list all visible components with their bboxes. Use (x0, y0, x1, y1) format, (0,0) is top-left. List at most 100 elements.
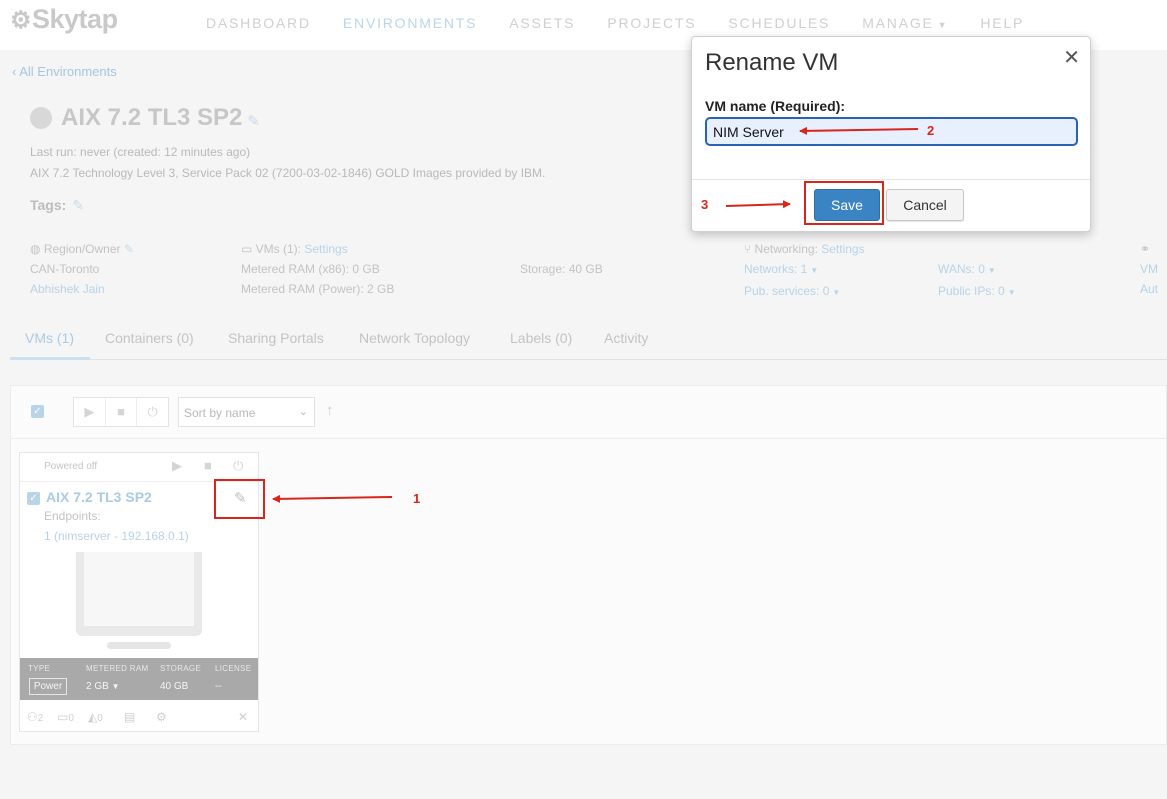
environment-description: AIX 7.2 Technology Level 3, Service Pack… (30, 166, 546, 180)
select-all-checkbox[interactable]: ✓ (31, 405, 44, 418)
play-icon[interactable]: ▶ (74, 398, 106, 426)
tags: Tags: ✎ (30, 197, 84, 214)
last-run-label: Last run: (30, 145, 77, 159)
networking-block: ⑂ Networking: Settings Networks: 1 ▼ Pub.… (744, 239, 865, 303)
vm-users-icon[interactable]: ⚇2 (27, 710, 43, 724)
vm-drive-icon[interactable]: ▤ (124, 710, 135, 724)
vm-notifications-count: 0 (97, 713, 103, 724)
rename-vm-dialog: Rename VM ✕ VM name (Required): Save Can… (691, 36, 1091, 232)
ram-power: Metered RAM (Power): 2 GB (241, 282, 395, 296)
vm-checkbox[interactable]: ✓ (27, 492, 40, 505)
cut-aut-link[interactable]: Aut (1140, 279, 1158, 299)
environment-tabs: VMs (1) Containers (0) Sharing Portals N… (10, 318, 1167, 360)
logo-text: Skytap (32, 4, 118, 34)
close-icon[interactable]: ✕ (1063, 45, 1080, 70)
vm-name[interactable]: AIX 7.2 TL3 SP2 (46, 489, 152, 505)
back-link[interactable]: ‹ All Environments (12, 64, 117, 79)
skytap-logo[interactable]: ⚙Skytap (10, 4, 118, 35)
nav-environments[interactable]: ENVIRONMENTS (343, 15, 477, 31)
public-ips-label: Public IPs: 0 (938, 284, 1005, 298)
cancel-button[interactable]: Cancel (886, 189, 964, 221)
nav-assets[interactable]: ASSETS (509, 15, 575, 31)
networks-dropdown[interactable]: Networks: 1 ▼ (744, 259, 865, 281)
automation-block-cut: ⚭ VM Aut (1140, 239, 1158, 299)
tab-network-topology[interactable]: Network Topology (359, 330, 470, 346)
caret-down-icon: ▼ (987, 266, 996, 275)
sort-select[interactable]: Sort by name ⌄ (178, 397, 315, 427)
vm-play-icon[interactable]: ▶ (172, 458, 182, 474)
nav-manage-label: MANAGE (862, 15, 934, 31)
vm-endpoint-link[interactable]: 1 (nimserver - 192.168.0.1) (44, 529, 189, 543)
region-owner-block: ◍ Region/Owner ✎ CAN-Toronto Abhishek Ja… (30, 239, 134, 299)
vm-users-count: 2 (37, 713, 44, 724)
vm-type-badge: Power (29, 678, 67, 695)
cut-vm-link[interactable]: VM (1140, 259, 1158, 279)
stop-icon[interactable]: ■ (106, 398, 138, 426)
last-run-value: never (created: 12 minutes ago) (80, 145, 251, 159)
vm-status-label: Powered off (44, 461, 98, 472)
networking-label: Networking: (754, 242, 818, 256)
tab-vms[interactable]: VMs (1) (25, 330, 74, 346)
vms-settings-link[interactable]: Settings (304, 242, 347, 256)
tab-containers[interactable]: Containers (0) (105, 330, 194, 346)
nav-schedules[interactable]: SCHEDULES (728, 15, 830, 31)
tab-activity[interactable]: Activity (604, 330, 648, 346)
storage-block: Storage: 40 GB (520, 259, 603, 279)
annotation-number-1: 1 (413, 491, 421, 506)
vm-comments-icon[interactable]: ▭0 (57, 710, 74, 724)
edit-title-pencil-icon[interactable]: ✎ (247, 112, 260, 130)
automation-icon: ⚭ (1140, 242, 1151, 256)
edit-tags-pencil-icon[interactable]: ✎ (72, 197, 84, 213)
owner-link[interactable]: Abhishek Jain (30, 279, 134, 299)
nav-projects[interactable]: PROJECTS (607, 15, 696, 31)
vm-ram-dropdown[interactable]: 2 GB ▼ (86, 681, 120, 692)
vm-settings-gear-icon[interactable]: ⚙ (156, 710, 167, 724)
vm-ram-value: 2 GB (86, 681, 109, 692)
logo-gear-icon: ⚙ (10, 7, 32, 34)
storage-value: Storage: 40 GB (520, 262, 603, 276)
edit-region-pencil-icon[interactable]: ✎ (124, 242, 134, 256)
caret-down-icon: ▼ (810, 266, 819, 275)
tab-sharing-portals[interactable]: Sharing Portals (228, 330, 324, 346)
networks-label: Networks: 1 (744, 262, 808, 276)
vm-notifications-icon[interactable]: ◭0 (88, 710, 103, 724)
network-icon: ⑂ (744, 242, 755, 256)
vm-power-icon[interactable]: ⏻ (233, 458, 243, 474)
caret-down-icon: ▼ (111, 682, 120, 691)
dialog-footer-divider (692, 179, 1090, 180)
public-ips-dropdown[interactable]: Public IPs: 0 ▼ (938, 281, 1016, 303)
back-link-label: All Environments (19, 64, 117, 79)
vm-delete-icon[interactable]: ✕ (238, 710, 248, 724)
vm-screen-inner (84, 552, 194, 626)
sort-select-value: Sort by name (184, 406, 256, 420)
wans-label: WANs: 0 (938, 262, 985, 276)
annotation-number-3: 3 (701, 197, 709, 212)
wan-block: WANs: 0 ▼ Public IPs: 0 ▼ (938, 259, 1016, 303)
vms-label: VMs (1): (255, 242, 302, 256)
nav-help[interactable]: HELP (980, 15, 1024, 31)
nav-dashboard[interactable]: DASHBOARD (206, 15, 311, 31)
tags-label: Tags: (30, 197, 67, 213)
caret-down-icon: ▼ (937, 20, 949, 30)
wans-dropdown[interactable]: WANs: 0 ▼ (938, 259, 1016, 281)
chevron-down-icon: ⌄ (298, 406, 308, 418)
region-label: Region/Owner (43, 242, 121, 256)
nav-links: DASHBOARD ENVIRONMENTS ASSETS PROJECTS S… (206, 15, 1056, 31)
networking-settings-link[interactable]: Settings (821, 242, 864, 256)
ram-x86: Metered RAM (x86): 0 GB (241, 262, 380, 276)
sort-direction-arrow-icon[interactable]: ↑ (326, 402, 334, 419)
vm-license-value: -- (215, 681, 222, 692)
caret-down-icon: ▼ (1007, 288, 1016, 297)
page-title: AIX 7.2 TL3 SP2 (61, 104, 243, 131)
globe-small-icon: ◍ (30, 242, 44, 256)
power-icon[interactable]: ⏻ (137, 398, 168, 426)
pub-services-dropdown[interactable]: Pub. services: 0 ▼ (744, 281, 865, 303)
vm-storage-value: 40 GB (160, 681, 189, 692)
nav-manage[interactable]: MANAGE ▼ (862, 15, 948, 31)
tab-labels[interactable]: Labels (0) (510, 330, 572, 346)
vm-stop-icon[interactable]: ■ (204, 458, 212, 473)
vm-status-bar: Powered off ▶ ■ ⏻ (19, 452, 259, 482)
annotation-box-3 (804, 181, 884, 225)
vm-name-input[interactable] (705, 117, 1078, 146)
caret-down-icon: ▼ (832, 288, 841, 297)
